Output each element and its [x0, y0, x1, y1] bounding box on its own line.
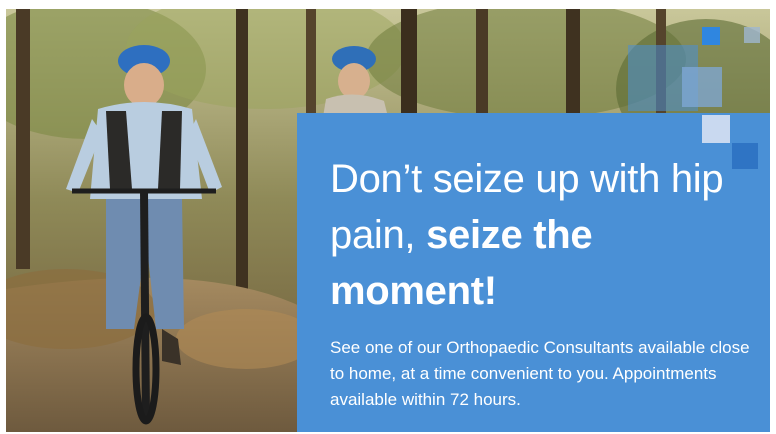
ad-body-text: See one of our Orthopaedic Consultants a… — [330, 338, 750, 409]
decor-square-light — [702, 115, 730, 143]
ad-headline: Don’t seize up with hip pain, seize the … — [330, 151, 750, 319]
headline-panel: Don’t seize up with hip pain, seize the … — [297, 113, 770, 432]
decor-square-small-top — [702, 27, 720, 45]
decor-square-dark — [732, 143, 758, 169]
decor-square-mid — [682, 67, 722, 107]
hip-pain-ad-banner: Don’t seize up with hip pain, seize the … — [6, 9, 770, 432]
decor-square-grey — [744, 27, 760, 43]
